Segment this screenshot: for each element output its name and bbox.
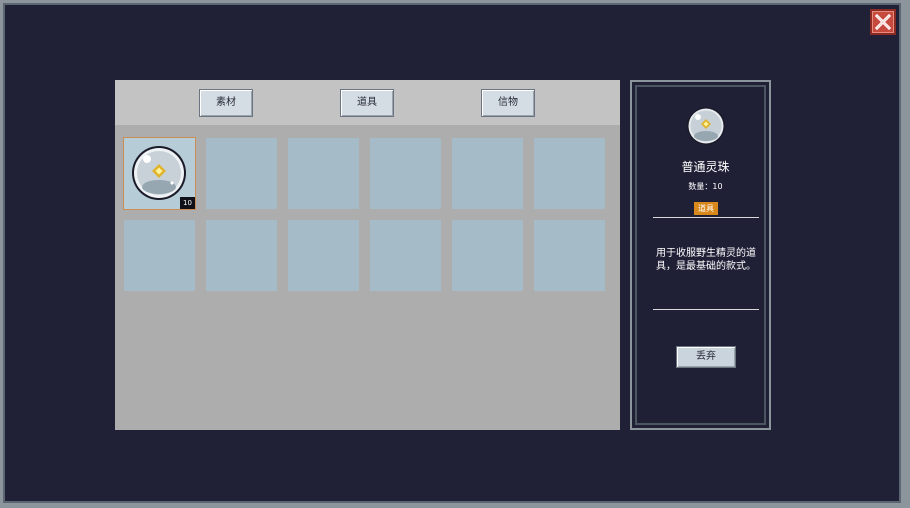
- item-description: 用于收服野生精灵的道具，是最基础的款式。: [656, 248, 756, 272]
- divider-bottom: [653, 309, 759, 310]
- item-detail-inner: 普通灵珠 数量：10 道具 用于收服野生精灵的道具，是最基础的款式。 丢弃: [635, 85, 766, 425]
- inventory-panel: 素材 道具 信物 10: [115, 80, 620, 430]
- item-quantity: 数量：10: [688, 182, 723, 191]
- inventory-slot-empty[interactable]: [124, 220, 195, 291]
- spirit-orb-icon: [687, 107, 725, 145]
- divider-top: [653, 217, 759, 218]
- inventory-slot-empty[interactable]: [370, 138, 441, 209]
- inventory-slot-empty[interactable]: [534, 138, 605, 209]
- inventory-slot-spirit-orb[interactable]: 10: [123, 137, 196, 210]
- inventory-slot-empty[interactable]: [452, 220, 523, 291]
- inventory-slot-empty[interactable]: [288, 138, 359, 209]
- inventory-slot-empty[interactable]: [206, 138, 277, 209]
- tab-materials[interactable]: 素材: [199, 89, 253, 117]
- item-name: 普通灵珠: [681, 160, 730, 174]
- item-type-badge: 道具: [694, 202, 718, 215]
- inventory-slot-empty[interactable]: [452, 138, 523, 209]
- spirit-orb-icon: [132, 146, 186, 200]
- item-detail-panel: 普通灵珠 数量：10 道具 用于收服野生精灵的道具，是最基础的款式。 丢弃: [630, 80, 771, 430]
- discard-button[interactable]: 丢弃: [676, 346, 736, 368]
- inventory-slot-empty[interactable]: [206, 220, 277, 291]
- close-button[interactable]: [870, 9, 896, 35]
- inventory-slot-empty[interactable]: [370, 220, 441, 291]
- close-x-icon: [874, 13, 892, 31]
- item-count-badge: 10: [180, 197, 195, 209]
- tab-tokens[interactable]: 信物: [481, 89, 535, 117]
- tab-items[interactable]: 道具: [340, 89, 394, 117]
- inventory-slot-empty[interactable]: [288, 220, 359, 291]
- inventory-slot-empty[interactable]: [534, 220, 605, 291]
- category-tab-bar: 素材 道具 信物: [115, 80, 620, 125]
